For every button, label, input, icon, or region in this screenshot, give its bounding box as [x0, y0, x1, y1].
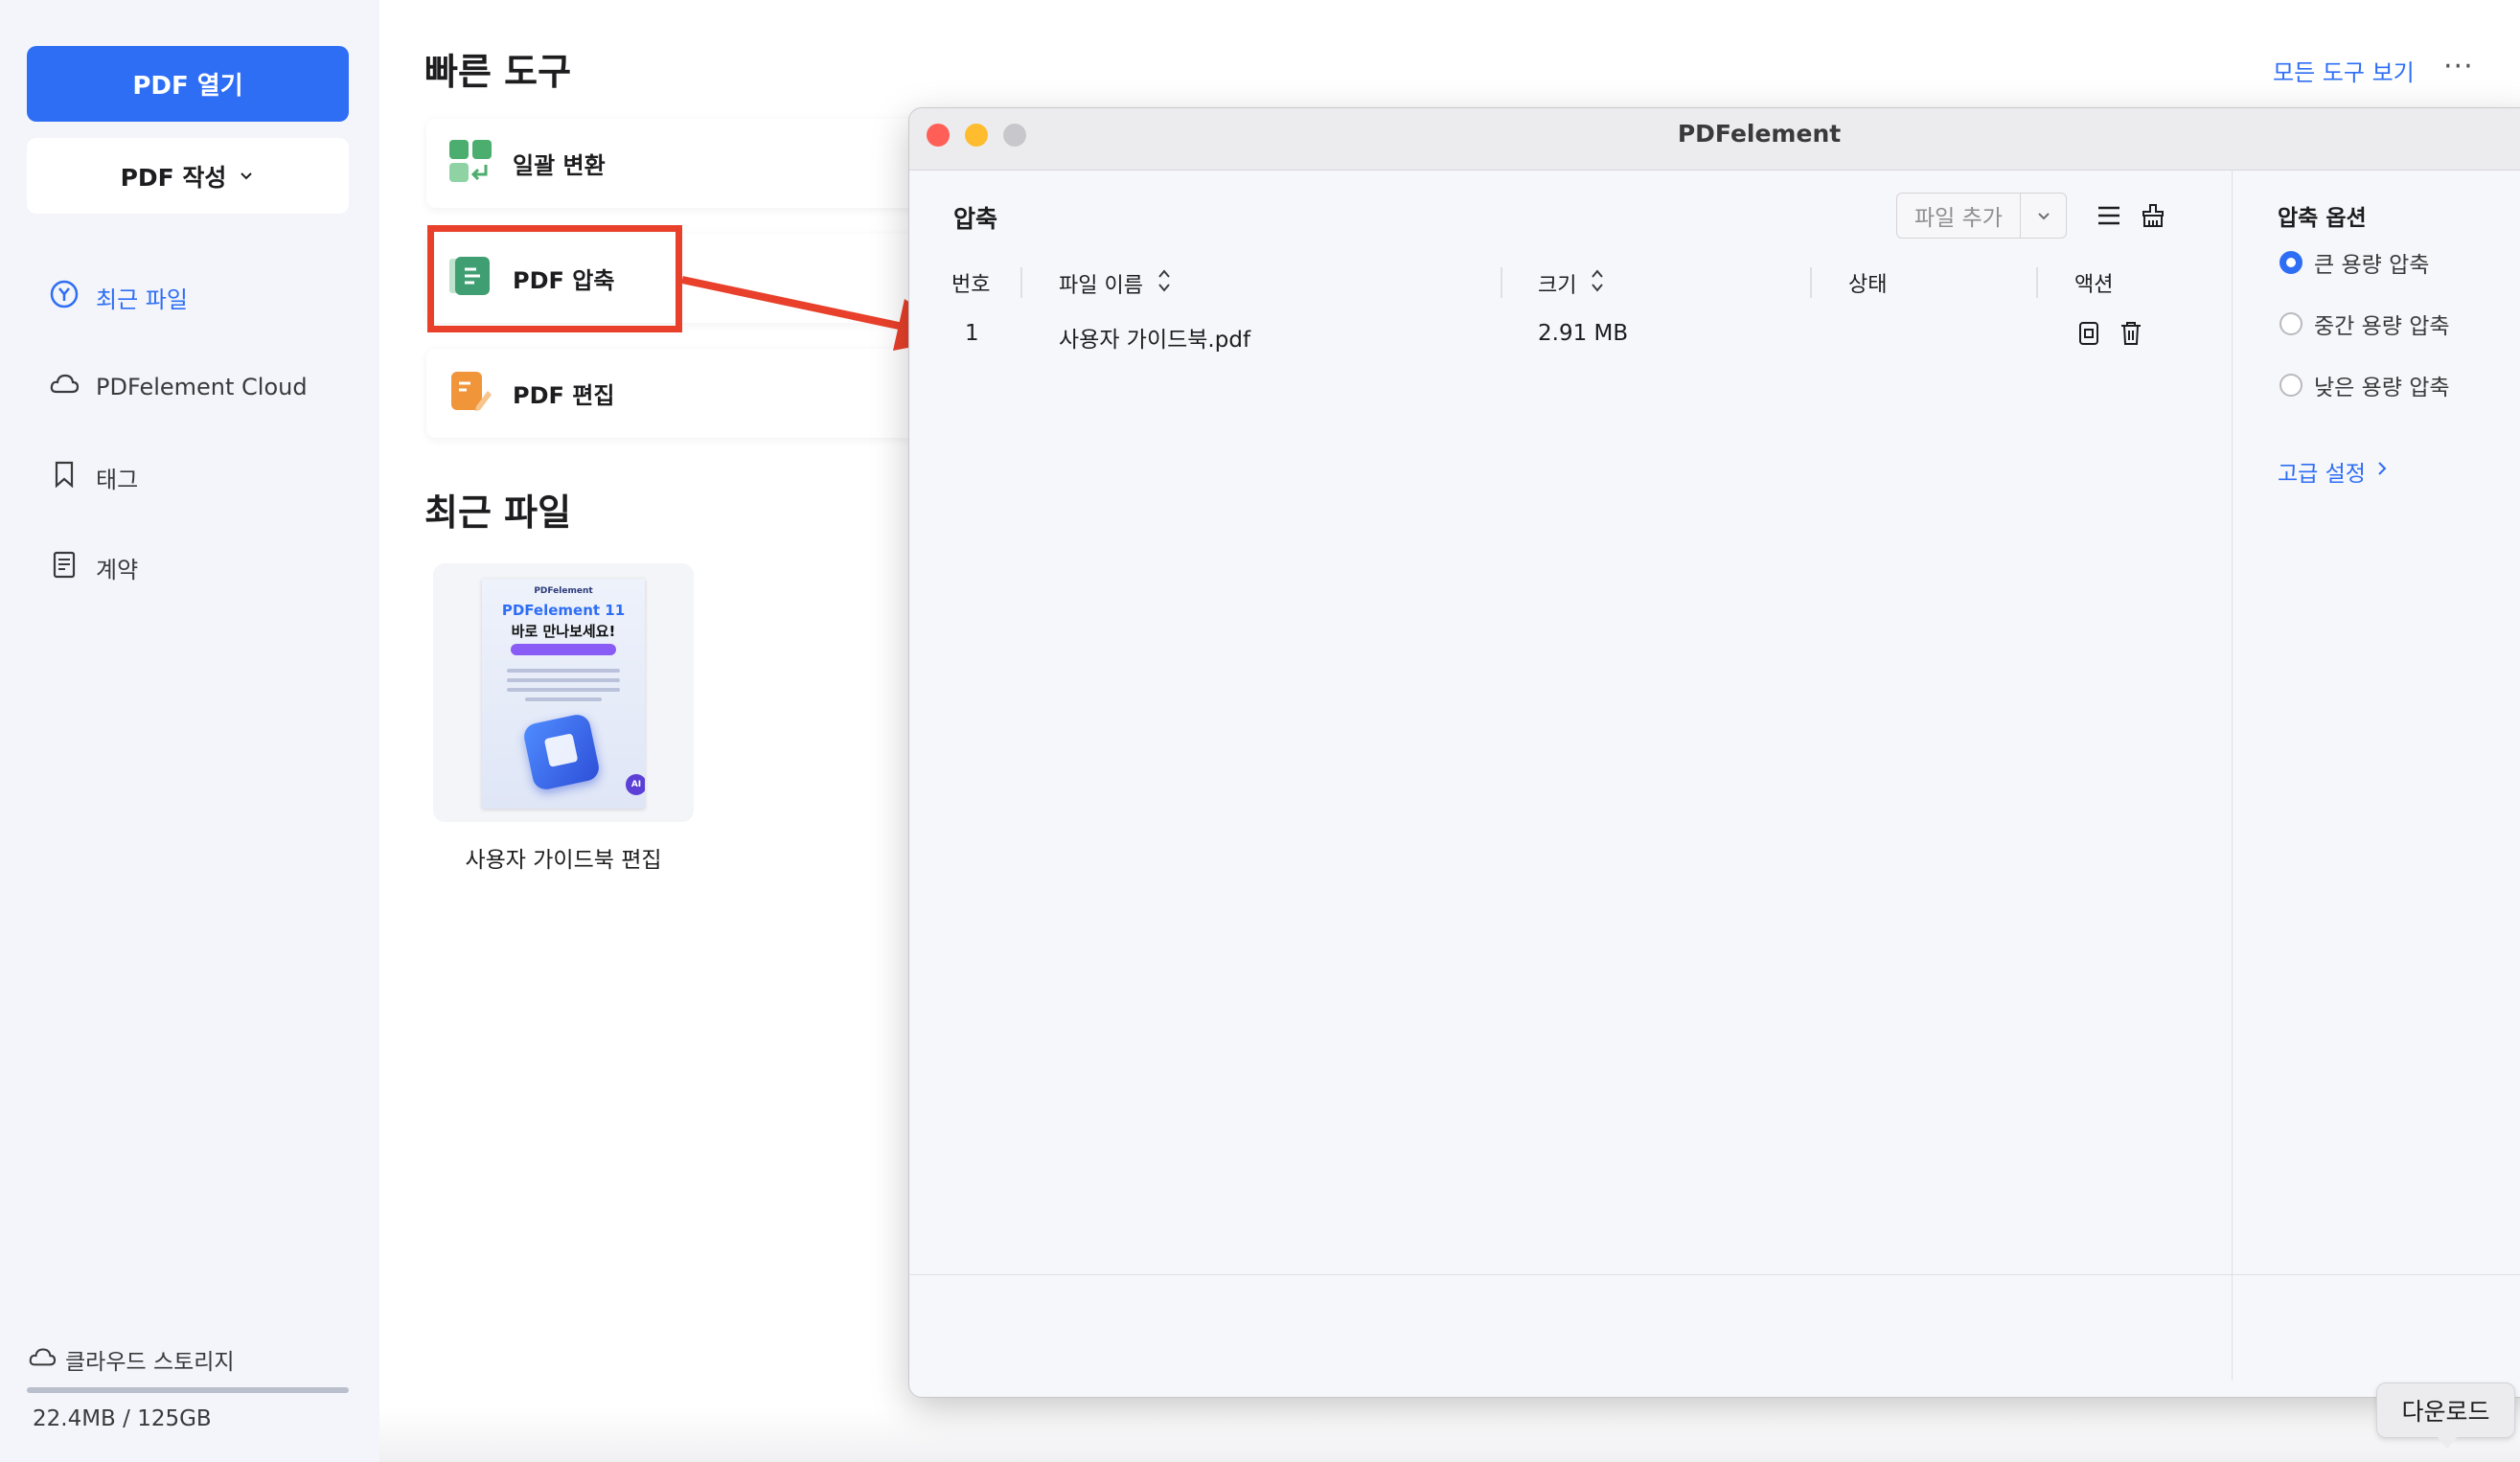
dialog-divider-vertical — [2232, 170, 2233, 1381]
cloud-icon — [48, 368, 80, 406]
option-high-compression[interactable]: 큰 용량 압축 — [2279, 246, 2429, 279]
sidebar-item-label: PDFelement Cloud — [96, 374, 308, 400]
chevron-down-icon — [238, 162, 255, 190]
column-header-status: 상태 — [1848, 273, 1888, 297]
open-file-icon[interactable] — [2073, 317, 2105, 350]
column-separator[interactable] — [1020, 267, 1022, 298]
thumbnail-subtitle: 바로 만나보세요! — [511, 623, 616, 640]
thumbnail-title: PDFelement 11 — [501, 602, 626, 619]
dialog-divider-horizontal — [2232, 1274, 2520, 1275]
quick-tools-title: 빠른 도구 — [424, 51, 572, 93]
ai-badge: AI — [626, 774, 645, 795]
create-pdf-button[interactable]: PDF 작성 — [27, 138, 349, 214]
sidebar-item-label: 계약 — [96, 556, 139, 583]
storage-progress-fill — [27, 1387, 349, 1393]
radio-button-checked[interactable] — [2279, 251, 2302, 274]
recent-file-name[interactable]: 사용자 가이드북 편집 — [433, 841, 694, 874]
highlight-box — [427, 225, 682, 332]
column-header-number: 번호 — [951, 273, 991, 297]
thumbnail-text-line — [507, 669, 620, 673]
option-low-compression[interactable]: 낮은 용량 압축 — [2279, 369, 2450, 401]
thumbnail-text-line — [507, 678, 620, 682]
column-header-filename[interactable]: 파일 이름 — [1059, 267, 1172, 300]
edit-icon — [447, 368, 493, 420]
column-separator[interactable] — [1501, 267, 1502, 298]
document-icon — [48, 548, 80, 586]
thumbnail-text-line — [525, 697, 602, 701]
column-header-size[interactable]: 크기 — [1538, 267, 1605, 300]
tool-label: 일괄 변환 — [513, 152, 606, 179]
bottom-shadow — [379, 1408, 2520, 1462]
clear-all-icon[interactable] — [2134, 196, 2172, 235]
dialog-titlebar: PDFelement — [909, 108, 2520, 171]
view-all-tools-link[interactable]: 모든 도구 보기 — [2273, 54, 2415, 87]
sidebar-item-recent[interactable]: 최근 파일 — [48, 278, 188, 316]
tooltip-tail — [2436, 1435, 2459, 1449]
add-file-label[interactable]: 파일 추가 — [1897, 194, 2021, 238]
chevron-right-icon — [2375, 459, 2389, 484]
storage-value: 22.4MB / 125GB — [33, 1406, 212, 1431]
storage-progress-bar — [27, 1387, 349, 1393]
batch-convert-icon — [447, 138, 493, 190]
dialog-title: PDFelement — [1677, 120, 1842, 148]
sidebar-item-cloud[interactable]: PDFelement Cloud — [48, 368, 308, 406]
bookmark-icon — [48, 458, 80, 496]
sidebar: PDF 열기 PDF 작성 최근 파일 PDFelement Cloud 태그 … — [0, 0, 379, 1462]
sort-icon[interactable] — [1590, 267, 1605, 300]
cloud-icon — [27, 1343, 57, 1376]
sidebar-item-tags[interactable]: 태그 — [48, 458, 138, 496]
chevron-down-icon[interactable] — [2021, 207, 2066, 224]
compress-heading: 압축 — [953, 205, 998, 233]
dialog-divider-horizontal — [909, 1274, 2232, 1275]
thumbnail-pill — [511, 644, 616, 655]
thumbnail-brand: PDFelement — [534, 586, 593, 596]
recent-icon — [48, 278, 80, 316]
tool-card-edit[interactable]: PDF 편집 — [426, 349, 925, 438]
thumbnail-text-line — [507, 688, 620, 692]
recent-file-thumbnail[interactable]: PDFelement PDFelement 11 바로 만나보세요! AI — [482, 579, 645, 809]
advanced-settings-link[interactable]: 고급 설정 — [2278, 455, 2389, 488]
row-number: 1 — [965, 321, 979, 346]
tool-card-batch-convert[interactable]: 일괄 변환 — [426, 119, 925, 208]
sidebar-item-label: 태그 — [96, 466, 139, 493]
sort-icon[interactable] — [1157, 267, 1172, 300]
row-filename: 사용자 가이드북.pdf — [1059, 328, 1251, 353]
row-size: 2.91 MB — [1538, 321, 1629, 346]
column-header-action: 액션 — [2074, 273, 2114, 297]
compress-options-heading: 압축 옵션 — [2278, 206, 2367, 231]
cloud-storage-label: 클라우드 스토리지 — [27, 1343, 235, 1376]
radio-button[interactable] — [2279, 374, 2302, 397]
sidebar-item-label: 최근 파일 — [96, 286, 188, 313]
download-tooltip: 다운로드 — [2376, 1382, 2515, 1438]
compress-dialog: PDFelement 압축 파일 추가 번호 파일 이름 크기 상태 액션 1 … — [908, 107, 2520, 1398]
add-file-button[interactable]: 파일 추가 — [1896, 193, 2067, 239]
list-view-icon[interactable] — [2090, 196, 2128, 235]
tool-label: PDF 편집 — [513, 382, 615, 409]
more-options-icon[interactable]: ··· — [2443, 50, 2474, 83]
pdfelement-logo-icon — [521, 712, 602, 792]
delete-icon[interactable] — [2115, 317, 2147, 350]
option-medium-compression[interactable]: 중간 용량 압축 — [2279, 308, 2450, 340]
column-separator[interactable] — [2036, 267, 2038, 298]
open-pdf-button[interactable]: PDF 열기 — [27, 46, 349, 122]
create-pdf-label: PDF 작성 — [120, 163, 227, 192]
recent-files-title: 최근 파일 — [424, 491, 572, 534]
radio-button[interactable] — [2279, 312, 2302, 335]
sidebar-item-contracts[interactable]: 계약 — [48, 548, 138, 586]
column-separator[interactable] — [1810, 267, 1812, 298]
